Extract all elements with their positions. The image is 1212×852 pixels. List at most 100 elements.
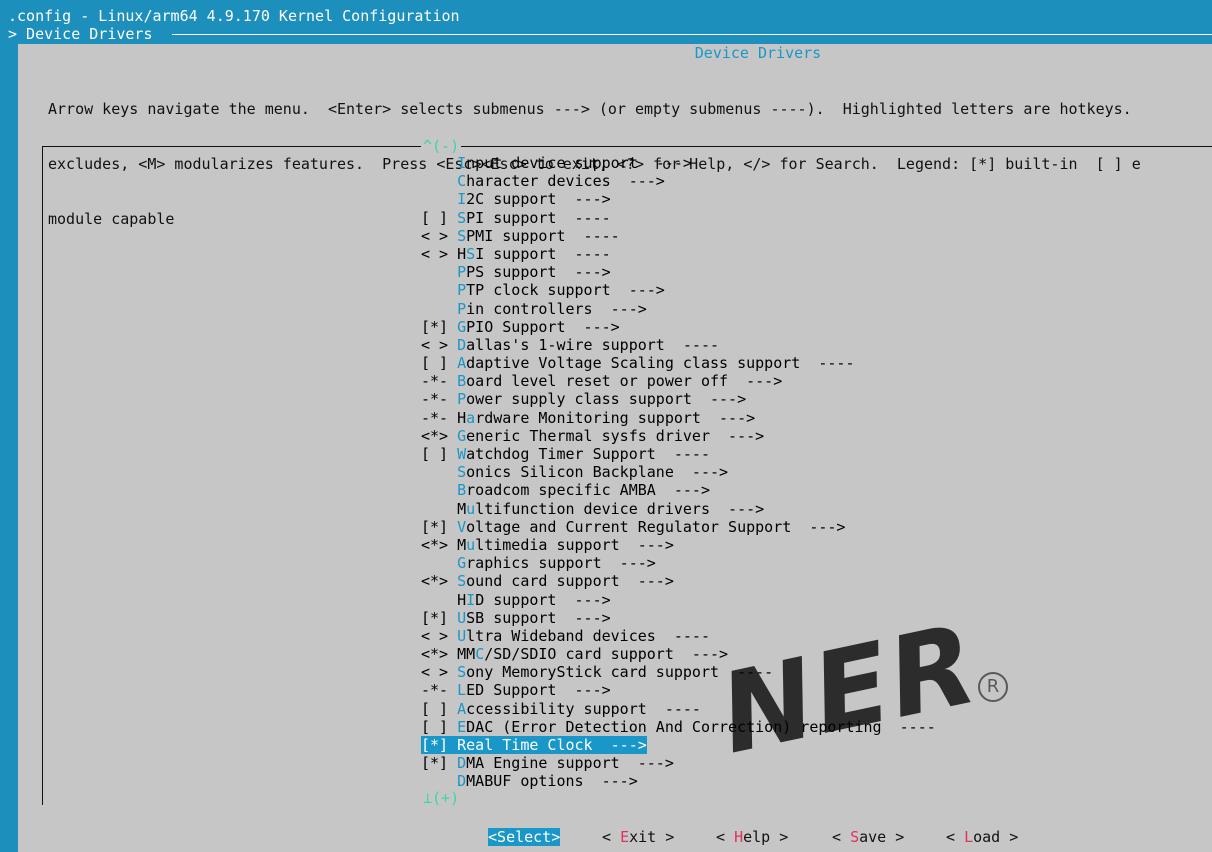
menu-item-flag[interactable]: < > [421,627,457,645]
menu-item[interactable]: [*] GPIO Support ---> [421,318,940,336]
menu-item[interactable]: PPS support ---> [421,263,940,281]
help-line: Arrow keys navigate the menu. <Enter> se… [48,100,1132,119]
menu-item-label: Power supply class support ---> [457,390,746,408]
menu-item-text: ltra Wideband devices ---- [466,626,710,645]
exit-button[interactable]: < Exit > [602,828,674,846]
menu-item-prefix: MM [457,645,476,664]
menu-item-flag[interactable] [421,554,457,572]
menu-item-flag[interactable] [421,281,457,299]
button-bracket: < [488,828,498,846]
menu-item-flag[interactable]: [ ] [421,700,457,718]
load-button[interactable]: < Load > [946,828,1018,846]
menu-item-label: LED Support ---> [457,681,611,699]
menu-item-flag[interactable]: < > [421,245,457,263]
menu-item[interactable]: [*] Voltage and Current Regulator Suppor… [421,518,940,536]
menu-item-flag[interactable]: < > [421,336,457,354]
menu-item-prefix: H [457,408,467,427]
menu-item-flag[interactable] [421,300,457,318]
menu-item-text: onics Silicon Backplane ---> [466,463,729,482]
menu-item-flag[interactable]: -*- [421,372,457,390]
menu-item[interactable]: DMABUF options ---> [421,772,940,790]
menu-item-flag[interactable]: <*> [421,572,457,590]
menu-item-hotkey: P [457,263,467,282]
button-bracket: < [716,828,735,846]
menu-item-flag[interactable]: <*> [421,536,457,554]
menu-item[interactable]: [ ] Adaptive Voltage Scaling class suppo… [421,354,940,372]
menu-item[interactable]: Input device support ---> [421,154,940,172]
menu-item-flag[interactable] [421,463,457,481]
menu-item-label: Voltage and Current Regulator Support --… [457,518,845,536]
menu-item-text: 2C support ---> [466,190,611,209]
menu-item-hotkey: I [457,190,467,209]
menu-item-flag[interactable]: [ ] [421,354,457,372]
menu-item[interactable]: [ ] SPI support ---- [421,209,940,227]
menu-item-hotkey: E [457,717,467,736]
menu-item[interactable]: Character devices ---> [421,172,940,190]
button-label: elp > [743,828,789,846]
menu-item-flag[interactable]: -*- [421,681,457,699]
menu-item-flag[interactable]: [*] [421,609,457,627]
menu-item[interactable]: -*- Hardware Monitoring support ---> [421,409,940,427]
menu-item-flag[interactable]: < > [421,227,457,245]
menu-item-flag[interactable]: <*> [421,645,457,663]
menu-item-flag[interactable]: [ ] [421,718,457,736]
menu-item-flag[interactable]: [ ] [421,209,457,227]
save-button[interactable]: < Save > [832,828,904,846]
menu-item-flag[interactable]: [ ] [421,445,457,463]
menu-item[interactable]: [ ] Watchdog Timer Support ---- [421,445,940,463]
menu-item-flag[interactable]: [*] [421,318,457,336]
menu-item-label: Ultra Wideband devices ---- [457,627,710,645]
menu-item[interactable]: < > Dallas's 1-wire support ---- [421,336,940,354]
scroll-down-indicator[interactable]: ⊥(+) [421,789,462,808]
menu-item[interactable]: PTP clock support ---> [421,281,940,299]
menu-item-flag[interactable]: -*- [421,409,457,427]
menu-item-label: Accessibility support ---- [457,700,701,718]
menu-item-text: D support ---> [475,590,611,609]
menu-item-label: USB support ---> [457,609,611,627]
menu-item-label: Character devices ---> [457,172,665,190]
menu-item[interactable]: < > HSI support ---- [421,245,940,263]
menu-item[interactable]: Graphics support ---> [421,554,940,572]
menu-item[interactable]: I2C support ---> [421,190,940,208]
menu-item-flag[interactable]: -*- [421,390,457,408]
menu-item-hotkey: V [457,517,467,536]
menu-item[interactable]: [*] DMA Engine support ---> [421,754,940,772]
menu-item[interactable]: HID support ---> [421,591,940,609]
select-button[interactable]: <Select> [488,828,561,847]
menu-item[interactable]: -*- Board level reset or power off ---> [421,372,940,390]
menu-item-flag[interactable] [421,500,457,518]
menu-item-flag[interactable] [421,190,457,208]
help-button[interactable]: < Help > [716,828,788,846]
menu-item[interactable]: <*> Generic Thermal sysfs driver ---> [421,427,940,445]
menu-item[interactable]: <*> Multimedia support ---> [421,536,940,554]
menu-item-flag[interactable] [421,172,457,190]
menu-item[interactable]: < > SPMI support ---- [421,227,940,245]
menu-item-label: GPIO Support ---> [457,318,620,336]
menu-item[interactable]: Sonics Silicon Backplane ---> [421,463,940,481]
scroll-up-indicator[interactable]: ^(-) [421,137,462,156]
menu-item-flag[interactable] [421,591,457,609]
menu-item[interactable]: Multifunction device drivers ---> [421,500,940,518]
menu-item-hotkey: W [457,445,467,463]
menu-item-text: ccessibility support ---- [466,699,701,718]
menu-item-flag[interactable] [421,263,457,281]
menu-item-flag[interactable]: [*] [421,518,457,536]
menu-item-flag[interactable] [421,481,457,499]
menu-item-flag[interactable] [421,154,457,172]
dialog-title: Device Drivers [694,44,822,62]
menu-item[interactable]: Broadcom specific AMBA ---> [421,481,940,499]
menu-item-flag[interactable]: [*] [421,736,458,754]
menu-item-flag[interactable]: < > [421,663,457,681]
menu-item-flag[interactable] [421,772,457,790]
menu-item[interactable]: -*- Power supply class support ---> [421,390,940,408]
menu-item-text: eal Time Clock ---> [466,736,647,754]
menu-item-flag[interactable]: [*] [421,754,457,772]
menu-item-flag[interactable]: <*> [421,427,457,445]
menu-item-hotkey: S [457,226,467,245]
menu-item[interactable]: <*> Sound card support ---> [421,572,940,590]
menu-box[interactable]: ^(-) Input device support ---> Character… [42,137,1212,808]
menu-item[interactable]: Pin controllers ---> [421,300,940,318]
menu-item-hotkey: C [475,645,485,664]
menu-item-text: ltimedia support ---> [475,535,674,554]
menu-item-hotkey: S [457,463,467,482]
